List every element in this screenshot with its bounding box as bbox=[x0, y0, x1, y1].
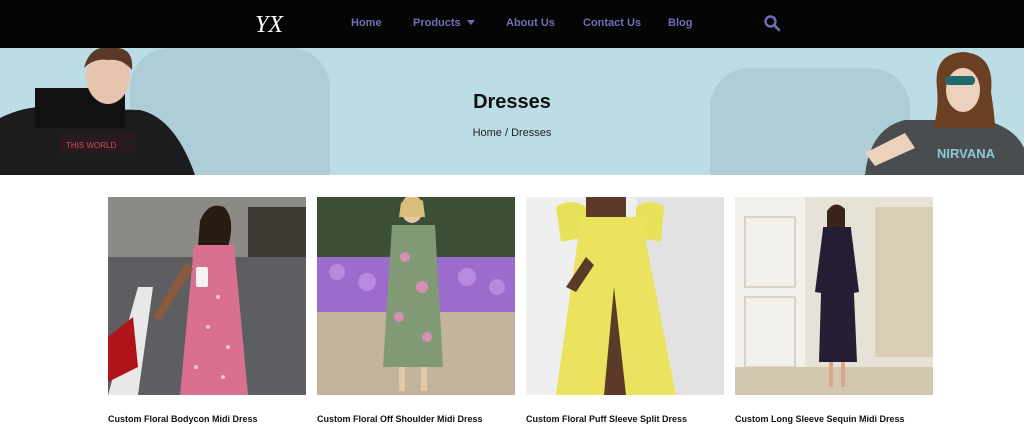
svg-text:THIS WORLD: THIS WORLD bbox=[66, 141, 116, 150]
product-card[interactable]: Custom Floral Bodycon Midi Dress bbox=[108, 197, 306, 424]
nav-about-us[interactable]: About Us bbox=[506, 17, 555, 29]
product-image[interactable] bbox=[317, 195, 515, 395]
search-icon[interactable] bbox=[763, 14, 781, 32]
nav-home[interactable]: Home bbox=[351, 17, 382, 29]
product-image[interactable] bbox=[108, 197, 306, 395]
site-header: YX Home Products About Us Contact Us Blo… bbox=[0, 0, 1024, 48]
svg-text:NIRVANA: NIRVANA bbox=[937, 146, 996, 161]
product-card[interactable]: Custom Floral Puff Sleeve Split Dress bbox=[526, 197, 724, 424]
page-banner: THIS WORLD NIRVANA Dresses Home / Dresse… bbox=[0, 48, 1024, 175]
product-image[interactable] bbox=[735, 197, 933, 395]
nav-blog[interactable]: Blog bbox=[668, 17, 692, 29]
main-nav: Home Products About Us Contact Us Blog bbox=[0, 0, 1024, 48]
breadcrumb[interactable]: Home / Dresses bbox=[0, 127, 1024, 139]
product-card[interactable]: Custom Floral Off Shoulder Midi Dress bbox=[317, 195, 515, 424]
product-name[interactable]: Custom Floral Puff Sleeve Split Dress bbox=[526, 414, 724, 424]
page-title: Dresses bbox=[473, 91, 551, 113]
nav-products-label: Products bbox=[413, 17, 461, 29]
nav-products[interactable]: Products bbox=[413, 17, 475, 29]
chevron-down-icon bbox=[466, 19, 475, 25]
product-name[interactable]: Custom Floral Bodycon Midi Dress bbox=[108, 414, 306, 424]
product-image[interactable] bbox=[526, 197, 724, 395]
product-card[interactable]: Custom Long Sleeve Sequin Midi Dress bbox=[735, 197, 933, 424]
product-name[interactable]: Custom Floral Off Shoulder Midi Dress bbox=[317, 414, 515, 424]
product-grid: Custom Floral Bodycon Midi Dress Custom … bbox=[0, 175, 1024, 440]
nav-contact-us[interactable]: Contact Us bbox=[583, 17, 641, 29]
product-name[interactable]: Custom Long Sleeve Sequin Midi Dress bbox=[735, 414, 933, 424]
